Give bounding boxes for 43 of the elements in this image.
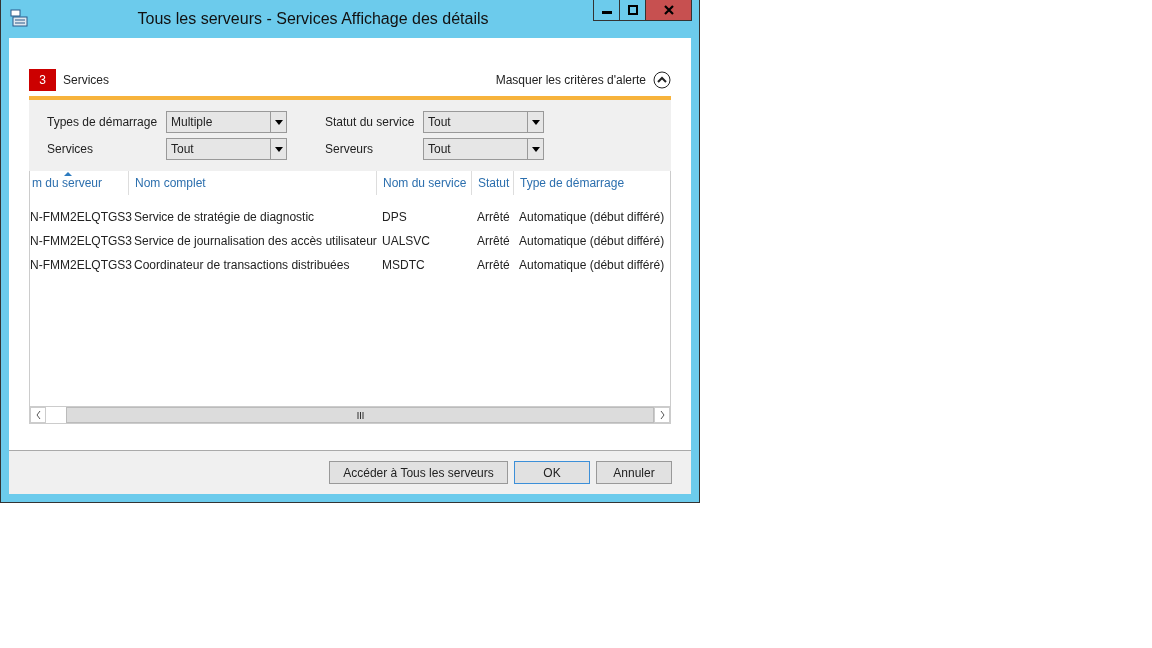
section-title: Services — [63, 73, 109, 87]
filter-label: Services — [47, 142, 94, 156]
maximize-icon — [627, 5, 638, 15]
filter-label: Types de démarrage — [47, 115, 159, 129]
table-cell-text: DPS — [381, 209, 408, 226]
count-badge: 3 — [29, 69, 56, 91]
scroll-left-icon — [35, 411, 41, 419]
filter-dropdown[interactable]: Tout — [423, 138, 544, 160]
toggle-link[interactable]: Masquer les critères d'alerte — [495, 73, 646, 87]
window-title: Tous les serveurs - Services Affichage des détails — [136, 10, 490, 28]
table-cell-text: Arrêté — [476, 257, 511, 274]
close-button[interactable] — [645, 0, 692, 21]
column-header[interactable]: Nom du service — [376, 171, 471, 195]
column-header[interactable]: Statut — [471, 171, 513, 195]
server-icon — [10, 9, 28, 27]
horizontal-scrollbar[interactable] — [30, 406, 670, 423]
grip-icon — [356, 411, 364, 419]
dropdown-arrow-icon — [531, 119, 540, 125]
table-cell-text: Arrêté — [476, 233, 511, 250]
dropdown-arrow-icon — [274, 119, 283, 125]
column-header[interactable]: Type de démarrage — [513, 171, 670, 195]
collapse-icon[interactable] — [653, 71, 671, 89]
filter-dropdown[interactable]: Tout — [423, 111, 544, 133]
table-cell-text: Automatique (début différé) — [518, 233, 666, 250]
dialog-button[interactable]: Annuler — [596, 461, 672, 484]
table-cell-text: Automatique (début différé) — [518, 257, 666, 274]
table-cell-text: Arrêté — [476, 209, 511, 226]
table-cell-text: UALSVC — [381, 233, 432, 250]
dropdown-arrow-icon — [531, 146, 540, 152]
scroll-right-icon — [659, 411, 665, 419]
dropdown-arrow-icon — [274, 146, 283, 152]
filter-label: Serveurs — [325, 142, 375, 156]
table-cell-text: MSDTC — [381, 257, 426, 274]
filter-label: Statut du service — [325, 115, 416, 129]
filter-dropdown[interactable]: Multiple — [166, 111, 287, 133]
filter-dropdown[interactable]: Tout — [166, 138, 287, 160]
table-cell-text: Automatique (début différé) — [518, 209, 666, 226]
column-header[interactable]: Nom complet — [128, 171, 376, 195]
dialog-button[interactable]: OK — [514, 461, 590, 484]
close-icon — [663, 5, 674, 15]
column-header[interactable]: m du serveur — [30, 171, 128, 195]
minimize-button[interactable] — [593, 0, 620, 21]
dialog-button[interactable]: Accéder à Tous les serveurs — [329, 461, 508, 484]
